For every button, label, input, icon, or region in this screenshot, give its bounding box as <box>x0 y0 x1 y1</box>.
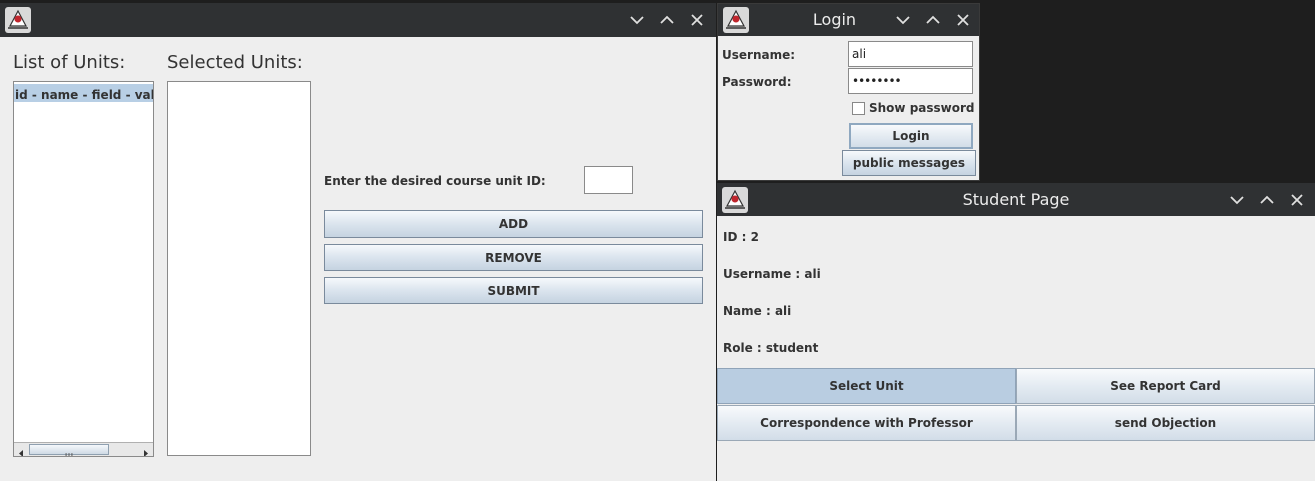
remove-button[interactable]: REMOVE <box>324 244 703 271</box>
list-of-units-label: List of Units: <box>13 52 126 73</box>
login-button[interactable]: Login <box>849 123 973 149</box>
arrow-right-icon <box>144 450 148 456</box>
student-window-title: Student Page <box>962 190 1070 209</box>
show-password-checkbox[interactable] <box>852 102 865 115</box>
username-field[interactable]: ali <box>848 41 973 67</box>
student-window-titlebar[interactable]: Student Page <box>717 183 1315 216</box>
scroll-left-arrow[interactable] <box>15 444 27 456</box>
submit-button[interactable]: SUBMIT <box>324 277 703 304</box>
horizontal-scrollbar[interactable] <box>14 442 153 456</box>
username-label: Username: <box>722 48 796 62</box>
student-page-window: Student Page ID : 2 Username : ali Name … <box>717 183 1315 481</box>
close-button[interactable] <box>1287 190 1307 210</box>
chevron-down-icon <box>896 16 910 25</box>
maximize-button[interactable] <box>1257 190 1277 210</box>
chevron-up-icon <box>660 15 674 24</box>
student-role-text: Role : student <box>723 341 819 355</box>
close-icon <box>1291 194 1303 206</box>
student-username-text: Username : ali <box>723 267 821 281</box>
close-button[interactable] <box>953 10 973 30</box>
units-window: List of Units: Selected Units: id - name… <box>0 3 716 481</box>
student-id-text: ID : 2 <box>723 230 759 244</box>
scroll-right-arrow[interactable] <box>140 444 152 456</box>
password-field[interactable]: •••••••• <box>848 68 973 94</box>
login-window-titlebar[interactable]: Login <box>718 4 979 36</box>
java-duke-icon <box>722 6 750 34</box>
selected-units-list[interactable] <box>167 81 311 456</box>
selected-units-label: Selected Units: <box>167 52 303 73</box>
close-button[interactable] <box>687 10 707 30</box>
arrow-left-icon <box>19 450 23 456</box>
login-window: Login Username: ali Password: •••••••• S… <box>717 3 980 181</box>
chevron-down-icon <box>1230 196 1244 205</box>
course-id-label: Enter the desired course unit ID: <box>324 174 546 188</box>
units-window-titlebar[interactable] <box>0 3 716 37</box>
chevron-up-icon <box>926 15 940 24</box>
minimize-button[interactable] <box>893 10 913 30</box>
send-objection-button[interactable]: send Objection <box>1016 405 1315 441</box>
maximize-button[interactable] <box>923 10 943 30</box>
minimize-button[interactable] <box>627 10 647 30</box>
close-icon <box>691 14 703 26</box>
student-name-text: Name : ali <box>723 304 792 318</box>
public-messages-button[interactable]: public messages <box>842 150 976 176</box>
correspondence-button[interactable]: Correspondence with Professor <box>717 405 1016 441</box>
java-duke-icon <box>4 6 32 34</box>
list-item[interactable]: id - name - field - vahed <box>14 84 153 102</box>
chevron-down-icon <box>630 16 644 25</box>
maximize-button[interactable] <box>657 10 677 30</box>
login-window-title: Login <box>812 10 857 29</box>
close-icon <box>957 14 969 26</box>
select-unit-button[interactable]: Select Unit <box>717 368 1016 404</box>
chevron-up-icon <box>1260 195 1274 204</box>
course-id-input[interactable] <box>584 166 633 194</box>
add-button[interactable]: ADD <box>324 210 703 238</box>
units-list[interactable]: id - name - field - vahed <box>13 81 154 457</box>
minimize-button[interactable] <box>1227 190 1247 210</box>
scroll-thumb[interactable] <box>29 444 109 456</box>
see-report-card-button[interactable]: See Report Card <box>1016 368 1315 404</box>
password-label: Password: <box>722 75 792 89</box>
show-password-label: Show password <box>869 101 975 115</box>
